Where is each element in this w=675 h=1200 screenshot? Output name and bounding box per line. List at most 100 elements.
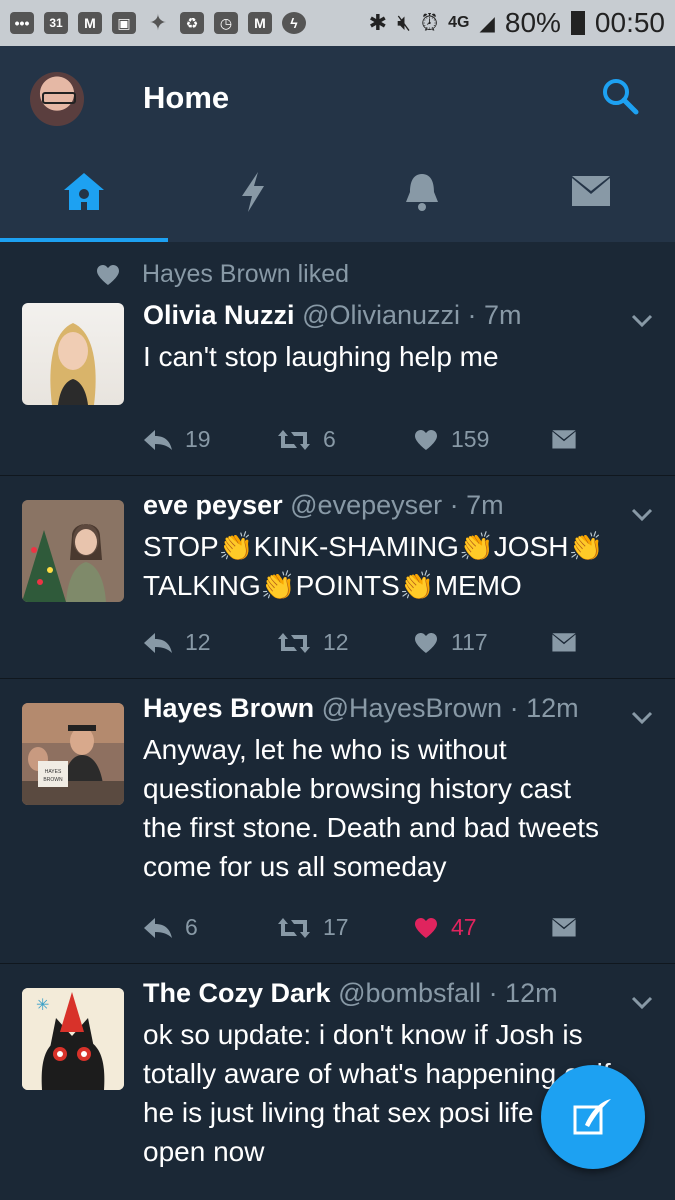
name-placard-text: HAYES <box>45 769 62 775</box>
tweet-header: The Cozy Dark @bombsfall · 12m <box>143 978 635 1009</box>
clock: 00:50 <box>594 7 665 38</box>
svg-text:✳: ✳ <box>36 995 49 1014</box>
name-placard-text: BROWN <box>43 777 63 783</box>
retweet-button[interactable]: 17 <box>277 914 413 941</box>
like-button-active[interactable]: 47 <box>413 914 550 941</box>
retweet-button[interactable]: 6 <box>277 426 413 453</box>
retweet-button[interactable]: 12 <box>277 629 413 656</box>
chevron-down-icon[interactable] <box>631 996 653 1010</box>
tab-moments[interactable] <box>169 142 338 242</box>
reply-count: 6 <box>185 914 198 940</box>
tweet-actions: 6 17 47 <box>143 914 578 941</box>
battery-percent: 80% <box>504 7 561 38</box>
tab-messages[interactable] <box>506 142 675 242</box>
like-button[interactable]: 117 <box>413 629 550 656</box>
tweet[interactable]: Hayes Brown liked Olivia Nuzzi @Olivianu… <box>0 242 675 476</box>
avatar[interactable]: HAYES BROWN <box>22 703 124 805</box>
author-name[interactable]: eve peyser <box>143 490 283 520</box>
tweet[interactable]: HAYES BROWN Hayes Brown @HayesBrown · 12… <box>0 679 675 964</box>
mute-icon: 🔇︎ <box>397 10 411 35</box>
author-handle[interactable]: @bombsfall <box>338 978 481 1008</box>
tweet-header: Olivia Nuzzi @Olivianuzzi · 7m <box>143 300 635 331</box>
avatar-photo: ✳ <box>22 988 124 1090</box>
mail-icon: M <box>248 12 272 34</box>
retweet-count: 6 <box>323 426 336 452</box>
profile-avatar[interactable] <box>30 72 84 126</box>
network-type: 4G <box>448 14 470 31</box>
tweet-text-line: STOP👏KINK-SHAMING👏JOSH👏 <box>143 531 604 562</box>
tweet-header: eve peyser @evepeyser · 7m <box>143 490 635 521</box>
reply-button[interactable]: 12 <box>143 629 277 656</box>
bluetooth-icon: ✱ <box>368 10 388 35</box>
envelope-icon <box>552 917 576 937</box>
author-handle[interactable]: @HayesBrown <box>322 693 502 723</box>
avatar[interactable] <box>22 303 124 405</box>
lightning-icon <box>242 172 265 212</box>
like-count: 47 <box>451 914 477 940</box>
tweet-header: Hayes Brown @HayesBrown · 12m <box>143 693 635 724</box>
social-context-text: Hayes Brown liked <box>142 260 350 288</box>
bell-icon <box>405 174 438 211</box>
tweet[interactable]: eve peyser @evepeyser · 7m STOP👏KINK-SHA… <box>0 476 675 679</box>
author-name[interactable]: The Cozy Dark <box>143 978 331 1008</box>
retweet-count: 12 <box>323 629 349 655</box>
tweet-text-line: questionable browsing history cast <box>143 773 572 804</box>
home-icon <box>64 173 105 210</box>
gmail-icon: M <box>78 12 102 34</box>
tweet-text-line: I can't stop laughing help me <box>143 341 499 372</box>
tweet-text-line: ok so update: i don't know if Josh is <box>143 1019 583 1050</box>
search-button[interactable] <box>600 76 640 116</box>
author-handle[interactable]: @evepeyser <box>290 490 442 520</box>
heart-icon <box>415 917 437 938</box>
reply-count: 19 <box>185 426 211 452</box>
envelope-icon <box>552 632 576 652</box>
author-handle[interactable]: @Olivianuzzi <box>302 300 460 330</box>
tweet-time: · 7m <box>449 490 504 520</box>
tab-home[interactable] <box>0 142 169 242</box>
chevron-down-icon[interactable] <box>631 508 653 522</box>
search-icon <box>603 79 639 115</box>
reply-button[interactable]: 6 <box>143 914 277 941</box>
reply-button[interactable]: 19 <box>143 426 277 453</box>
compose-tweet-button[interactable] <box>541 1065 645 1169</box>
dm-button[interactable] <box>550 429 578 451</box>
retweet-count: 17 <box>323 914 349 940</box>
tab-notifications[interactable] <box>338 142 507 242</box>
timeline: Hayes Brown liked Olivia Nuzzi @Olivianu… <box>0 242 675 1200</box>
chevron-down-icon[interactable] <box>631 711 653 725</box>
tweet-actions: 19 6 159 <box>143 426 578 453</box>
gallery-icon: ▣ <box>112 12 136 34</box>
author-name[interactable]: Olivia Nuzzi <box>143 300 295 330</box>
dm-button[interactable] <box>550 917 578 939</box>
retweet-icon <box>278 917 310 938</box>
tweet-time: · 12m <box>488 978 558 1008</box>
tweet-text-line: come for us all someday <box>143 851 447 882</box>
tweet-text: I can't stop laughing help me <box>143 337 635 376</box>
chevron-down-icon[interactable] <box>631 314 653 328</box>
more-icon: ••• <box>10 12 34 34</box>
tweet-time: · 7m <box>467 300 522 330</box>
avatar[interactable] <box>22 500 124 602</box>
tweet-text: STOP👏KINK-SHAMING👏JOSH👏 TALKING👏POINTS👏M… <box>143 527 635 605</box>
reply-icon <box>144 917 172 938</box>
author-name[interactable]: Hayes Brown <box>143 693 314 723</box>
tweet-text: Anyway, let he who is without questionab… <box>143 730 635 886</box>
dm-button[interactable] <box>550 632 578 654</box>
retweet-icon <box>278 429 310 450</box>
retweet-icon <box>278 632 310 653</box>
calendar-icon: 31 <box>44 12 68 34</box>
twitter-icon: ✦ <box>148 10 168 35</box>
reply-icon <box>144 429 172 450</box>
social-context: Hayes Brown liked <box>96 260 349 289</box>
reply-icon <box>144 632 172 653</box>
like-button[interactable]: 159 <box>413 426 550 453</box>
envelope-icon <box>571 176 610 206</box>
alarm-icon: ⏰︎ <box>420 10 439 35</box>
avatar[interactable]: ✳ <box>22 988 124 1090</box>
app-header: Home <box>0 46 675 242</box>
status-bar: ••• 31 M ▣ ✦ ♻ ◷ M ϟ ✱ 🔇︎ ⏰︎ 4G ◢ 80% 00… <box>0 0 675 46</box>
heart-icon <box>97 264 119 285</box>
like-count: 117 <box>451 629 488 655</box>
nav-tabs <box>0 142 675 242</box>
recycle-icon: ♻ <box>180 12 204 34</box>
